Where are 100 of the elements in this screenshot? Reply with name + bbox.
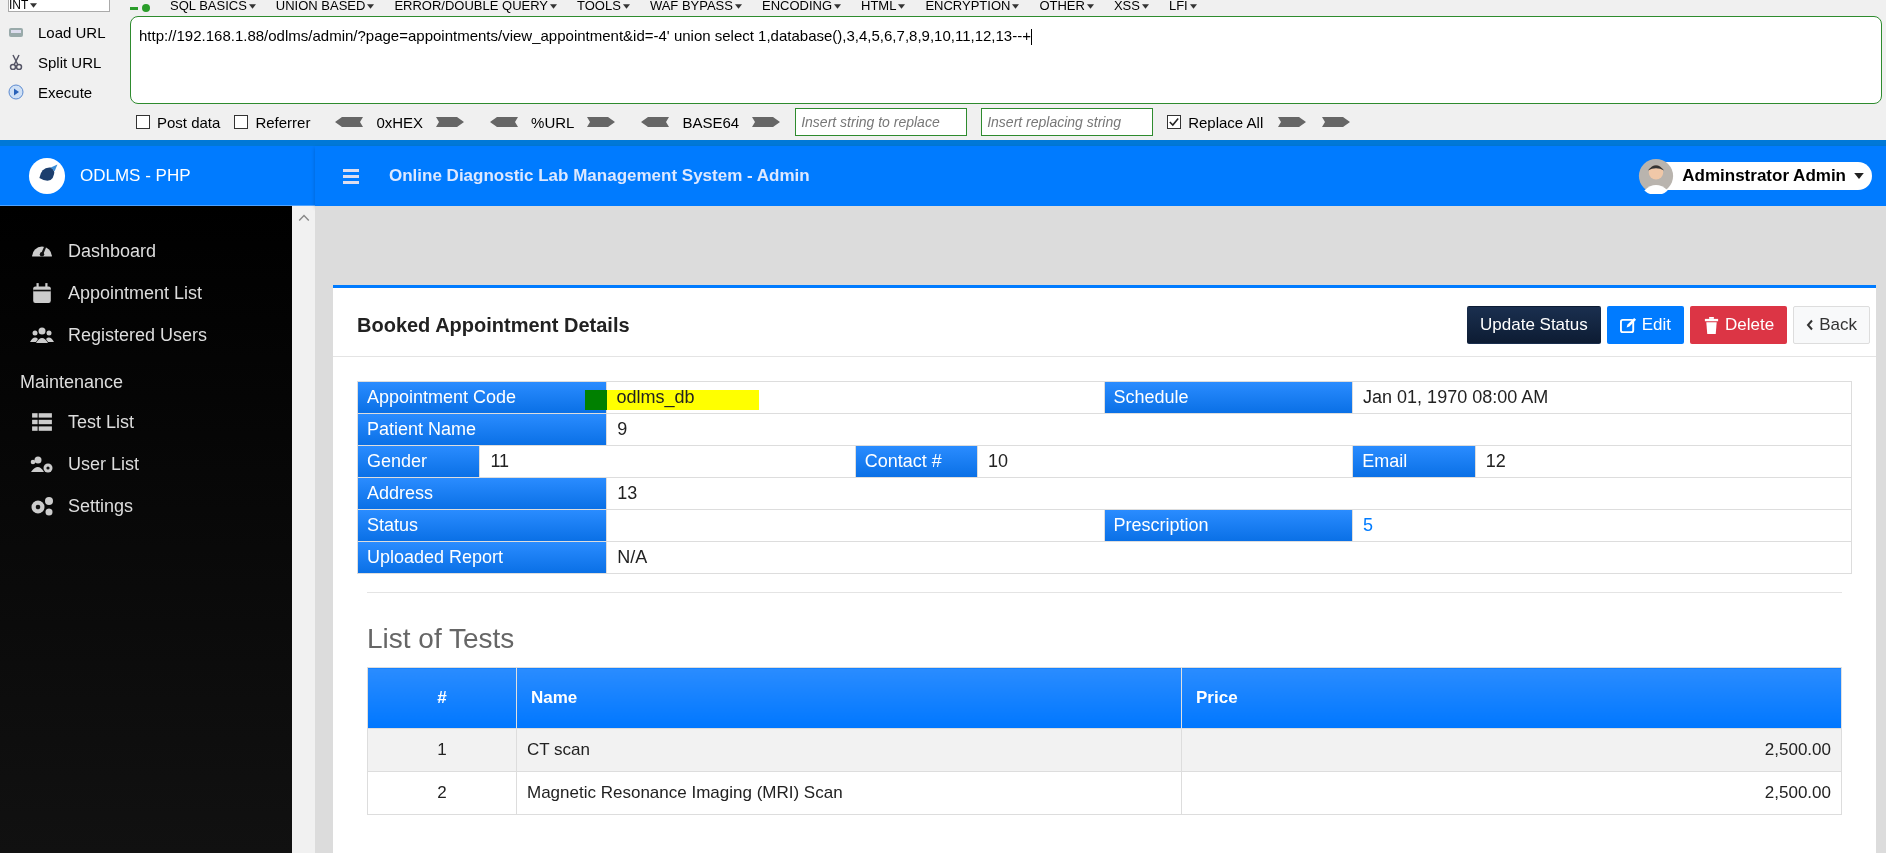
arrow-left-icon <box>640 116 671 128</box>
sidebar-item[interactable]: Dashboard <box>0 230 292 272</box>
caret-icon <box>248 4 256 10</box>
sidebar-item[interactable]: Settings <box>0 485 292 527</box>
list-icon <box>30 411 54 433</box>
field-value: Jan 01, 1970 08:00 AM <box>1363 387 1549 407</box>
logo-icon <box>28 156 66 195</box>
caret-icon <box>30 3 38 9</box>
menu-item[interactable]: HTML <box>861 0 906 12</box>
caret-icon <box>1141 4 1149 10</box>
avatar-icon <box>1638 158 1675 194</box>
sidebar-label: User List <box>68 453 139 475</box>
arrow-left-icon <box>334 116 365 128</box>
table-cell: 2 <box>367 771 517 815</box>
checkbox-label: Replace All <box>1188 113 1264 131</box>
caret-icon <box>734 4 742 10</box>
arrow-right-icon <box>751 116 782 128</box>
sidebar-item[interactable]: Test List <box>0 401 292 443</box>
sidebar-item[interactable]: Appointment List <box>0 272 292 314</box>
checkbox[interactable] <box>234 115 249 129</box>
caret-icon <box>550 4 558 10</box>
caret-icon <box>1189 4 1197 10</box>
encode-button[interactable]: 0xHEX <box>334 113 466 131</box>
encode-button[interactable]: BASE64 <box>640 113 782 131</box>
action-button[interactable]: Split URL <box>4 50 124 74</box>
arrow-right-icon[interactable] <box>1321 116 1352 128</box>
sidebar-item[interactable]: Registered Users <box>0 314 292 356</box>
replace-field[interactable]: Insert replacing string <box>981 108 1154 136</box>
field-label: Patient Name <box>358 414 608 445</box>
column-header: # <box>367 667 517 729</box>
menu-item[interactable]: UNION BASED <box>275 0 375 12</box>
trash-icon <box>1703 316 1721 334</box>
sidebar-label: Test List <box>68 411 135 433</box>
field-value: 10 <box>988 451 1009 471</box>
action-button[interactable]: Execute <box>4 80 124 104</box>
arrow-right-icon[interactable] <box>1277 116 1308 128</box>
checkbox-label: Post data <box>157 113 221 131</box>
replace-field[interactable]: Insert string to replace <box>795 108 968 136</box>
checkbox[interactable] <box>1167 115 1182 129</box>
sidebar-label: Dashboard <box>68 240 157 262</box>
chevron-left-icon <box>1806 319 1815 331</box>
section-title: List of Tests <box>367 623 516 655</box>
arrow-left-icon <box>489 116 520 128</box>
caret-icon <box>367 4 375 10</box>
menu-item[interactable]: LFI <box>1168 0 1197 12</box>
action-button[interactable]: Update Status <box>1467 306 1601 344</box>
play-icon <box>8 84 24 100</box>
field-value: 11 <box>490 451 510 471</box>
field-label: Contact # <box>855 446 979 477</box>
column-header: Name <box>516 667 1182 729</box>
menu-icon[interactable] <box>343 168 359 184</box>
field-label: Appointment Code <box>358 382 607 413</box>
action-button[interactable]: Back <box>1793 306 1870 344</box>
menu-item[interactable]: TOOLS <box>577 0 630 12</box>
calendar-icon <box>30 282 54 304</box>
caret-icon <box>1854 173 1864 179</box>
url-field[interactable]: http://192.168.1.88/odlms/admin/?page=appointments/view_appointment&id=-4' union select 1,database(),3,4,5,6,7,8,9,10,11,12,13--+ <box>130 16 1882 104</box>
caret-icon <box>1086 4 1094 10</box>
action-button[interactable]: Edit <box>1606 306 1685 344</box>
field-value: 12 <box>1485 451 1506 471</box>
action-button[interactable]: Delete <box>1690 306 1788 344</box>
field-label: Address <box>358 478 608 509</box>
table-cell: Magnetic Resonance Imaging (MRI) Scan <box>516 771 1182 815</box>
field-label: Schedule <box>1104 382 1354 413</box>
menu-item[interactable]: ERROR/DOUBLE QUERY <box>394 0 558 12</box>
sidebar-label: Registered Users <box>68 324 208 346</box>
menu-item[interactable]: ENCRYPTION <box>925 0 1020 12</box>
scroll-up-icon[interactable] <box>297 214 310 222</box>
menu-item[interactable]: WAF BYPASS <box>649 0 742 12</box>
table-cell: 1 <box>367 728 517 772</box>
arrow-right-icon <box>586 116 617 128</box>
table-cell: 2,500.00 <box>1181 728 1842 772</box>
checkbox[interactable] <box>136 115 150 129</box>
menu-item[interactable]: SQL BASICS <box>170 0 256 12</box>
plus-minus-icon[interactable] <box>130 4 150 12</box>
field-label: Email <box>1353 446 1476 477</box>
field-label: Status <box>358 510 607 541</box>
caret-icon <box>898 4 906 10</box>
scissors-icon <box>8 54 24 70</box>
section-heading: Maintenance <box>19 371 125 394</box>
arrow-right-icon <box>435 116 466 128</box>
menu-item[interactable]: XSS <box>1113 0 1149 12</box>
field-value: 13 <box>617 483 638 503</box>
field-value: 9 <box>617 419 628 439</box>
sidebar-item[interactable]: User List <box>0 443 292 485</box>
action-button[interactable]: Load URL <box>4 20 124 44</box>
gears-icon <box>30 495 54 517</box>
checkbox-label: Referrer <box>255 113 311 131</box>
mode-select[interactable]: INT <box>8 0 110 12</box>
prescription-link[interactable]: 5 <box>1363 515 1374 535</box>
encode-button[interactable]: %URL <box>489 113 617 131</box>
field-label: Gender <box>358 446 481 477</box>
brand-name: ODLMS - PHP <box>80 165 191 186</box>
menu-item[interactable]: ENCODING <box>761 0 842 12</box>
menu-item[interactable]: OTHER <box>1039 0 1094 12</box>
card-title: Booked Appointment Details <box>357 313 630 337</box>
column-header: Price <box>1181 667 1842 729</box>
table-cell: 2,500.00 <box>1181 771 1842 815</box>
app-title: Online Diagnostic Lab Management System - Admin <box>389 166 811 186</box>
caret-icon <box>1012 4 1020 10</box>
